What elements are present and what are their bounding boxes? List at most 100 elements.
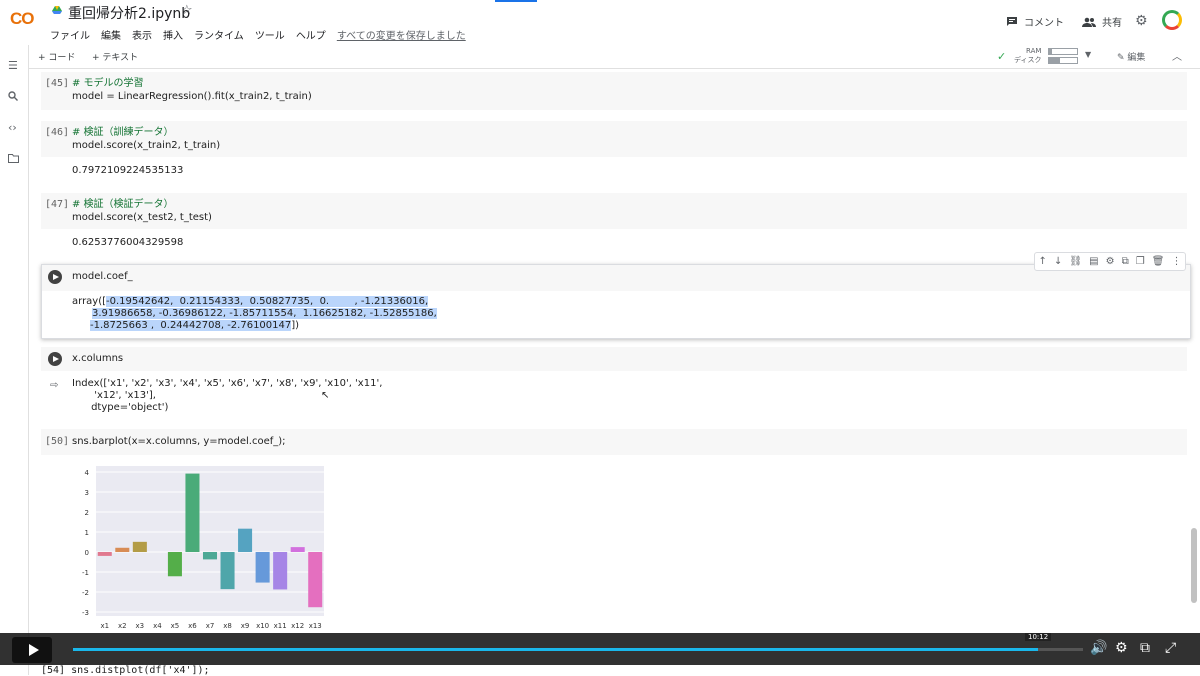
- menu-tools[interactable]: ツール: [255, 27, 285, 42]
- code-comment: # 検証（訓練データ）: [72, 127, 174, 138]
- notebook-title[interactable]: 重回帰分析2.ipynb: [68, 3, 190, 23]
- loading-progress-bar: [495, 0, 537, 2]
- cell-code[interactable]: model.coef_: [72, 270, 133, 283]
- code-cell-47[interactable]: [41, 193, 1187, 229]
- comment-icon[interactable]: ▤: [1089, 256, 1098, 267]
- play-button[interactable]: [12, 637, 52, 663]
- menu-bar: ファイル 編集 表示 挿入 ランタイム ツール ヘルプ すべての変更を保存しまし…: [50, 27, 477, 42]
- picture-in-picture-icon[interactable]: ⧉: [1140, 640, 1150, 656]
- search-icon[interactable]: [8, 91, 18, 104]
- chevron-down-icon[interactable]: ▼: [1085, 50, 1091, 59]
- x-tick-label: x13: [309, 622, 322, 630]
- mouse-cursor: ↖: [321, 390, 329, 401]
- page-scrollbar[interactable]: [1191, 528, 1197, 603]
- run-cell-button[interactable]: [48, 352, 62, 366]
- cell-code[interactable]: # モデルの学習 model = LinearRegression().fit(…: [72, 77, 312, 103]
- cell-code[interactable]: x.columns: [72, 352, 123, 365]
- folder-icon[interactable]: [8, 153, 19, 166]
- chevron-up-icon[interactable]: ︿: [1172, 48, 1182, 63]
- menu-runtime[interactable]: ランタイム: [194, 27, 244, 42]
- y-tick-label: -3: [82, 609, 89, 617]
- gear-icon[interactable]: ⚙: [1115, 640, 1128, 656]
- barplot-chart: 43210-1-2-3x1x2x3x4x5x6x7x8x9x10x11x12x1…: [70, 464, 330, 634]
- cell-code[interactable]: # 検証（訓練データ） model.score(x_train2, t_trai…: [72, 126, 220, 152]
- add-text-button[interactable]: + テキスト: [92, 50, 138, 63]
- run-cell-button[interactable]: [48, 270, 62, 284]
- bar-x11: [273, 552, 287, 589]
- cell-output: array([-0.19542642, 0.21154333, 0.508277…: [72, 296, 437, 332]
- share-button[interactable]: 共有: [1082, 14, 1122, 29]
- menu-help[interactable]: ヘルプ: [296, 27, 326, 42]
- star-icon[interactable]: ☆: [181, 3, 193, 18]
- output-prefix: array([: [72, 296, 106, 307]
- resource-labels[interactable]: RAM ディスク: [1014, 47, 1042, 65]
- code-line: model.score(x_test2, t_test): [72, 212, 212, 223]
- volume-icon[interactable]: 🔊: [1090, 640, 1107, 656]
- gear-icon[interactable]: ⚙: [1135, 13, 1148, 29]
- ram-label: RAM: [1014, 47, 1042, 56]
- move-down-icon[interactable]: ↓: [1054, 256, 1062, 267]
- copy-icon[interactable]: ❐: [1136, 256, 1145, 267]
- drive-icon[interactable]: [52, 6, 62, 15]
- next-cell-code[interactable]: [54] sns.distplot(df['x4']);: [41, 665, 210, 676]
- more-vert-icon[interactable]: ⋮: [1171, 256, 1181, 267]
- share-label: 共有: [1102, 14, 1122, 29]
- mirror-cell-icon[interactable]: ⧉: [1122, 256, 1129, 267]
- video-control-bar: 🔊 ⚙ ⧉ ⤢: [0, 633, 1200, 665]
- cell-prompt: [46]: [45, 127, 69, 138]
- add-code-button[interactable]: + コード: [38, 50, 75, 63]
- plot-background: [96, 466, 324, 616]
- comment-label: コメント: [1024, 14, 1064, 29]
- edit-mode-button[interactable]: ✎ 編集: [1117, 50, 1145, 63]
- comment-button[interactable]: コメント: [1006, 14, 1064, 29]
- output-icon[interactable]: ⇨: [50, 380, 58, 391]
- x-tick-label: x2: [118, 622, 127, 630]
- move-up-icon[interactable]: ↑: [1039, 256, 1047, 267]
- cell-prompt: [47]: [45, 199, 69, 210]
- bar-x13: [308, 552, 322, 607]
- comment-icon: [1006, 16, 1018, 27]
- cell-code[interactable]: sns.barplot(x=x.columns, y=model.coef_);: [72, 435, 286, 448]
- code-snippets-icon[interactable]: ‹›: [8, 121, 17, 134]
- check-icon: ✓: [997, 50, 1006, 63]
- left-sidebar: ☰ ‹›: [0, 45, 29, 675]
- fullscreen-icon[interactable]: ⤢: [1165, 640, 1176, 656]
- code-cell-columns[interactable]: [41, 347, 1187, 371]
- x-tick-label: x6: [188, 622, 197, 630]
- logo-text: CO: [10, 9, 34, 28]
- video-progress-track[interactable]: [73, 648, 1083, 651]
- bar-x3: [133, 542, 147, 552]
- disk-label: ディスク: [1014, 56, 1042, 65]
- x-tick-label: x8: [223, 622, 232, 630]
- output-line-2[interactable]: 3.91986658, -0.36986122, -1.85711554, 1.…: [92, 308, 437, 319]
- link-icon[interactable]: ⛓: [1069, 256, 1082, 267]
- x-tick-label: x3: [136, 622, 145, 630]
- cell-code[interactable]: # 検証（検証データ） model.score(x_test2, t_test): [72, 198, 212, 224]
- cell-toolbar: ↑ ↓ ⛓ ▤ ⚙ ⧉ ❐ 🗑 ⋮: [1034, 252, 1186, 271]
- output-line-3[interactable]: -1.8725663 , 0.24442708, -2.76100147: [90, 320, 291, 331]
- x-tick-label: x12: [291, 622, 304, 630]
- gear-icon[interactable]: ⚙: [1106, 256, 1115, 267]
- notebook-toolbar: + コード + テキスト ✓ RAM ディスク ▼ ✎ 編集 ︿: [0, 45, 1200, 69]
- bar-x5: [168, 552, 182, 576]
- y-tick-label: 0: [85, 549, 89, 557]
- people-icon: [1082, 17, 1096, 27]
- output-line-1[interactable]: -0.19542642, 0.21154333, 0.50827735, 0. …: [106, 296, 428, 307]
- menu-view[interactable]: 表示: [132, 27, 152, 42]
- cell-output: 0.7972109224535133: [72, 165, 183, 177]
- menu-edit[interactable]: 編集: [101, 27, 121, 42]
- trash-icon[interactable]: 🗑: [1152, 256, 1165, 267]
- bar-x8: [221, 552, 235, 589]
- colab-logo[interactable]: CO: [10, 9, 34, 29]
- disk-usage-bar: [1048, 57, 1078, 64]
- menu-insert[interactable]: 挿入: [163, 27, 183, 42]
- y-tick-label: 1: [85, 529, 89, 537]
- cell-input-area[interactable]: [42, 265, 1190, 291]
- ram-usage-bar: [1048, 48, 1078, 55]
- table-of-contents-icon[interactable]: ☰: [8, 59, 18, 72]
- saved-status-link[interactable]: すべての変更を保存しました: [337, 27, 466, 42]
- account-avatar[interactable]: [1162, 10, 1182, 30]
- video-progress-fill: [73, 648, 1038, 651]
- cell-prompt: [50]: [45, 436, 69, 447]
- menu-file[interactable]: ファイル: [50, 27, 90, 42]
